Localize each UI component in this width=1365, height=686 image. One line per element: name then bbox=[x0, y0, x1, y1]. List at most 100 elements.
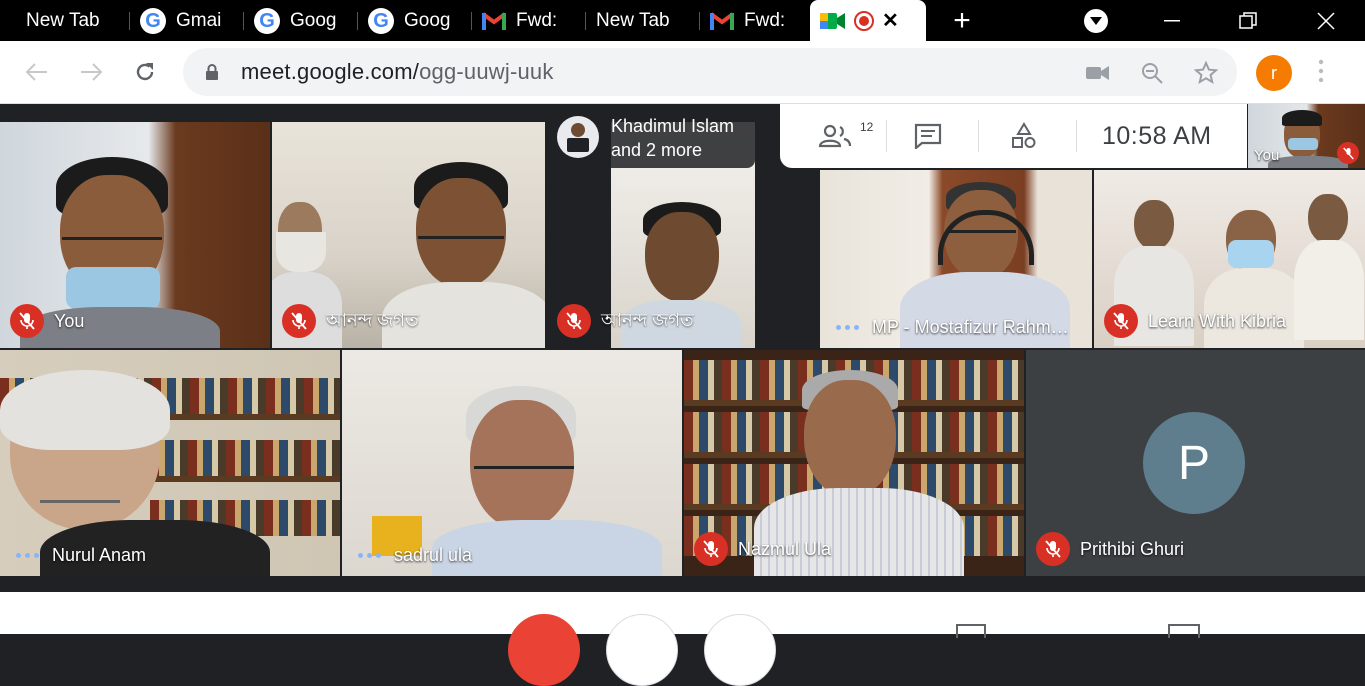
participant-nameplate: Learn With Kibria bbox=[1104, 304, 1286, 338]
participant-name: Nazmul Ula bbox=[738, 538, 832, 559]
chat-icon[interactable] bbox=[896, 104, 960, 168]
participant-count: 12 bbox=[860, 120, 874, 134]
tab-gmail-google[interactable]: G Gmai bbox=[130, 0, 244, 41]
reload-icon[interactable] bbox=[128, 55, 162, 89]
tab-search-icon[interactable] bbox=[1076, 0, 1116, 41]
presenter-name: Khadimul Islam and 2 more bbox=[611, 114, 734, 162]
back-arrow-icon[interactable] bbox=[20, 55, 54, 89]
new-tab-button[interactable]: + bbox=[942, 0, 982, 41]
lock-icon bbox=[205, 64, 219, 86]
present-screen-icon[interactable] bbox=[1168, 624, 1200, 638]
participant-nameplate: You bbox=[10, 304, 84, 338]
participant-tile-prithibi-ghuri[interactable]: P Prithibi Ghuri bbox=[1026, 350, 1365, 576]
google-icon: G bbox=[140, 7, 166, 34]
participant-nameplate: MP - Mostafizur Rahm… bbox=[830, 317, 1069, 338]
mic-off-icon bbox=[557, 304, 591, 338]
tab-google-2[interactable]: G Goog bbox=[358, 0, 472, 41]
tab-label: Gmai bbox=[176, 9, 222, 31]
captions-button[interactable] bbox=[704, 614, 776, 686]
mic-toggle-button[interactable] bbox=[508, 614, 580, 686]
bookmark-star-icon[interactable] bbox=[1193, 60, 1219, 86]
url-path: ogg-uuwj-uuk bbox=[419, 59, 554, 84]
activities-icon[interactable] bbox=[992, 104, 1056, 168]
zoom-icon[interactable] bbox=[1139, 60, 1165, 86]
participant-tile-you[interactable]: You bbox=[0, 122, 270, 348]
recording-icon bbox=[854, 10, 874, 31]
tab-gmail-fwd-2[interactable]: Fwd: bbox=[700, 0, 810, 41]
participant-name: আনন্দ জগত bbox=[326, 309, 419, 330]
tab-label: New Tab bbox=[26, 9, 100, 31]
participant-tile-nazmul-ula[interactable]: Nazmul Ula bbox=[684, 350, 1024, 576]
participant-tile-learn-with-kibria[interactable]: Learn With Kibria bbox=[1094, 170, 1365, 348]
self-view-thumbnail[interactable]: You bbox=[1248, 104, 1365, 168]
gmail-icon bbox=[710, 11, 734, 31]
audio-activity-icon bbox=[830, 325, 864, 330]
tab-label: Goog bbox=[404, 9, 451, 31]
tab-label: Fwd: bbox=[516, 9, 558, 31]
url-text: meet.google.com/ogg-uuwj-uuk bbox=[241, 59, 554, 85]
mic-off-icon bbox=[1104, 304, 1138, 338]
participant-nameplate: আনন্দ জগত bbox=[282, 304, 419, 338]
layout-icon[interactable] bbox=[956, 624, 986, 638]
minimize-icon[interactable] bbox=[1152, 0, 1192, 41]
participant-name: Learn With Kibria bbox=[1148, 310, 1287, 331]
participant-nameplate: Nurul Anam bbox=[10, 545, 146, 566]
participant-name: Prithibi Ghuri bbox=[1080, 538, 1185, 559]
self-view-label: You bbox=[1254, 147, 1280, 164]
meet-grid: You আনন্দ জগত আনন্দ জগত MP - Mostafizur … bbox=[0, 104, 1365, 634]
tab-new-tab-1[interactable]: New Tab bbox=[16, 0, 130, 41]
participant-nameplate: আনন্দ জগত bbox=[557, 304, 694, 338]
gmail-icon bbox=[482, 11, 506, 31]
tab-google-1[interactable]: G Goog bbox=[244, 0, 358, 41]
audio-activity-icon bbox=[352, 553, 386, 558]
mic-off-icon bbox=[1036, 532, 1070, 566]
participant-nameplate: sadrul ula bbox=[352, 545, 472, 566]
profile-avatar[interactable]: r bbox=[1256, 55, 1292, 91]
presenter-name-line2: and 2 more bbox=[611, 140, 703, 160]
presenter-name-line1: Khadimul Islam bbox=[611, 116, 735, 136]
mic-off-icon bbox=[10, 304, 44, 338]
mic-off-icon bbox=[694, 532, 728, 566]
tab-label: Goog bbox=[290, 9, 337, 31]
close-window-icon[interactable] bbox=[1306, 0, 1346, 41]
restore-icon[interactable] bbox=[1228, 0, 1268, 41]
tab-new-tab-2[interactable]: New Tab bbox=[586, 0, 700, 41]
meeting-controls-bar bbox=[0, 592, 1365, 686]
camera-toggle-button[interactable] bbox=[606, 614, 678, 686]
tab-label: New Tab bbox=[596, 9, 670, 31]
camera-blocked-icon[interactable] bbox=[1085, 60, 1111, 86]
participant-name: MP - Mostafizur Rahm… bbox=[872, 317, 1069, 337]
mic-off-icon bbox=[282, 304, 316, 338]
participant-video bbox=[432, 386, 672, 576]
tab-label: Fwd: bbox=[744, 9, 786, 31]
google-icon: G bbox=[254, 7, 280, 34]
participant-nameplate: Prithibi Ghuri bbox=[1036, 532, 1184, 566]
mic-off-icon bbox=[1337, 142, 1359, 164]
participant-name: আনন্দ জগত bbox=[601, 309, 694, 330]
meeting-clock: 10:58 AM bbox=[1102, 122, 1212, 150]
participant-tile-anondo-jogot-1[interactable]: আনন্দ জগত bbox=[272, 122, 545, 348]
menu-kebab-icon[interactable] bbox=[1318, 59, 1324, 89]
participant-avatar: P bbox=[1143, 412, 1245, 514]
meeting-info-bar: 12 10:58 AM bbox=[780, 104, 1247, 168]
presenter-avatar bbox=[557, 116, 599, 158]
participant-name: sadrul ula bbox=[394, 545, 473, 565]
meet-icon bbox=[820, 10, 846, 32]
participant-name: Nurul Anam bbox=[52, 545, 147, 565]
participant-tile-mp-mostafizur[interactable]: MP - Mostafizur Rahm… bbox=[820, 170, 1092, 348]
audio-activity-icon bbox=[10, 553, 44, 558]
participant-nameplate: Nazmul Ula bbox=[694, 532, 831, 566]
forward-arrow-icon[interactable] bbox=[74, 55, 108, 89]
participant-video bbox=[1294, 194, 1364, 344]
people-icon[interactable]: 12 bbox=[800, 104, 874, 168]
tab-google-meet-active[interactable]: ✕ bbox=[810, 0, 926, 41]
tab-gmail-fwd-1[interactable]: Fwd: bbox=[472, 0, 586, 41]
close-tab-icon[interactable]: ✕ bbox=[882, 9, 899, 33]
participant-tile-nurul-anam[interactable]: Nurul Anam bbox=[0, 350, 340, 576]
tab-strip: New Tab G Gmai G Goog G Goog Fwd: New Ta… bbox=[0, 0, 1365, 41]
participant-tile-sadrul-ula[interactable]: sadrul ula bbox=[342, 350, 682, 576]
address-bar[interactable]: meet.google.com/ogg-uuwj-uuk bbox=[183, 48, 1237, 96]
browser-toolbar: meet.google.com/ogg-uuwj-uuk r bbox=[0, 41, 1365, 104]
presenter-banner[interactable]: Khadimul Islam and 2 more bbox=[545, 104, 755, 168]
url-host: meet.google.com/ bbox=[241, 59, 420, 84]
